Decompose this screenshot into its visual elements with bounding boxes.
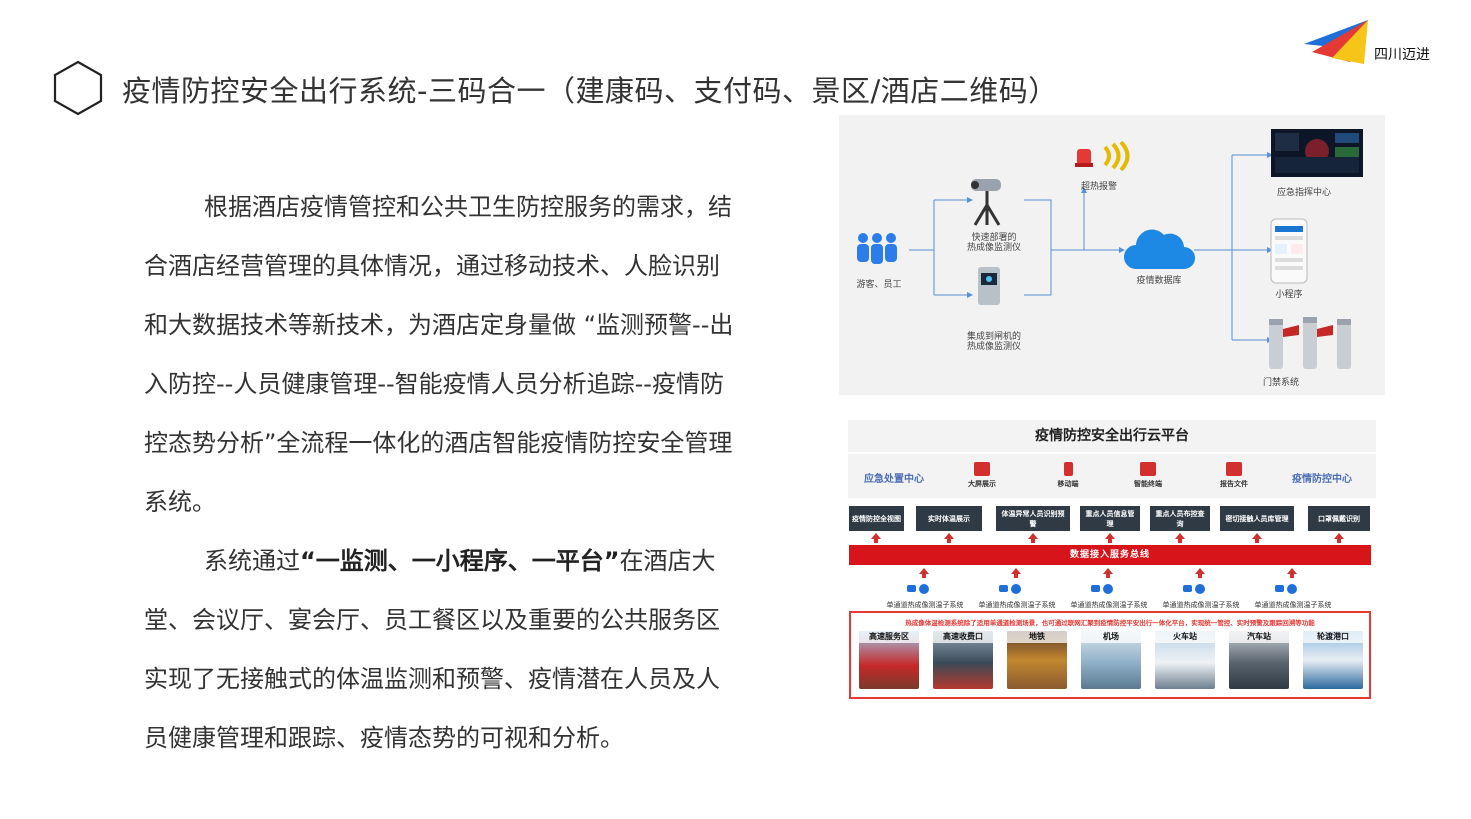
up-arrow-stem bbox=[1106, 574, 1110, 578]
up-arrow-stem bbox=[1031, 539, 1035, 543]
subsystem-label: 单通道热成像测温子系统 bbox=[1254, 601, 1332, 609]
alarm-icon bbox=[1075, 141, 1130, 171]
scene-photo: 机场 bbox=[1081, 631, 1141, 689]
subsystem-label: 单通道热成像测温子系统 bbox=[886, 601, 964, 609]
mobile-icon bbox=[1063, 462, 1073, 476]
report-label: 报告文件 bbox=[1220, 480, 1248, 488]
camera-icon bbox=[999, 584, 1021, 594]
big-screen-label: 大屏展示 bbox=[968, 480, 996, 488]
report-item: 报告文件 bbox=[1214, 462, 1254, 489]
report-icon bbox=[1226, 462, 1242, 476]
cloud-database-icon bbox=[1124, 229, 1195, 269]
scene-photo: 高速服务区 bbox=[859, 631, 919, 689]
up-arrow-stem bbox=[1337, 539, 1341, 543]
terminal-label: 智能终端 bbox=[1134, 480, 1162, 488]
scene-photo: 地铁 bbox=[1007, 631, 1067, 689]
scene-photo: 火车站 bbox=[1155, 631, 1215, 689]
scenario-panel: 热成像体温检测系统除了适用单通道检测场景，也可通过联网汇聚到疫情防控平安出行一体… bbox=[849, 611, 1371, 699]
up-arrow-stem bbox=[1255, 539, 1259, 543]
up-arrow-stem bbox=[1178, 539, 1182, 543]
database-label: 疫情数据库 bbox=[1136, 276, 1182, 286]
dashboard-screen-icon bbox=[1271, 129, 1363, 177]
scene-caption: 轮渡港口 bbox=[1303, 631, 1363, 643]
module-box: 体温异常人员识别预警 bbox=[996, 506, 1070, 531]
scenario-description: 热成像体温检测系统除了适用单通道检测场景，也可通过联网汇聚到疫情防控平安出行一体… bbox=[905, 619, 1315, 627]
logo-text: 四川迈进 bbox=[1374, 47, 1430, 63]
mobile-label: 移动端 bbox=[1057, 480, 1079, 488]
platform-top-row: 应急处置中心 大屏展示 移动端 智能终端 报告文件 疫情防控中心 bbox=[848, 452, 1376, 498]
subsystem-label: 单通道热成像测温子系统 bbox=[1070, 601, 1148, 609]
dataflow-diagram: 游客、员工 快速部署的 热成像监测仪 集成到闸机的 热成像监测仪 超热报警 疫情… bbox=[839, 115, 1385, 395]
device2-label-2: 热成像监测仪 bbox=[966, 342, 1021, 352]
paragraph-2-bold: “一监测、一小程序、一平台” bbox=[300, 547, 620, 575]
scene-photo: 轮渡港口 bbox=[1303, 631, 1363, 689]
scene-photo: 高速收费口 bbox=[933, 631, 993, 689]
paragraph-1-text: 根据酒店疫情管控和公共卫生防控服务的需求，结合酒店经营管理的具体情况，通过移动技… bbox=[144, 193, 734, 516]
module-box: 实时体温展示 bbox=[916, 506, 982, 531]
up-arrow-stem bbox=[922, 574, 926, 578]
page-title: 疫情防控安全出行系统-三码合一（建康码、支付码、景区/酒店二维码） bbox=[122, 74, 1058, 108]
visitors-label: 游客、员工 bbox=[856, 280, 902, 290]
camera-icon bbox=[1275, 584, 1297, 594]
subsystem-label: 单通道热成像测温子系统 bbox=[1162, 601, 1240, 609]
terminal-item: 智能终端 bbox=[1128, 462, 1168, 489]
paragraph-2-suffix: 在酒店大堂、会议厅、宴会厅、员工餐区以及重要的公共服务区实现了无接触式的体温监测… bbox=[144, 547, 720, 752]
out3-label: 门禁系统 bbox=[1262, 378, 1299, 388]
device1-label-2: 热成像监测仪 bbox=[966, 243, 1021, 253]
left-center-label: 应急处置中心 bbox=[864, 474, 924, 485]
terminal-icon bbox=[1140, 462, 1156, 476]
up-arrow-stem bbox=[947, 539, 951, 543]
description-text: 根据酒店疫情管控和公共卫生防控服务的需求，结合酒店经营管理的具体情况，通过移动技… bbox=[144, 178, 734, 768]
up-arrow-stem bbox=[1014, 574, 1018, 578]
subsystem-label: 单通道热成像测温子系统 bbox=[978, 601, 1056, 609]
up-arrow-stem bbox=[1290, 574, 1294, 578]
scene-caption: 高速收费口 bbox=[933, 631, 993, 643]
big-screen-item: 大屏展示 bbox=[962, 462, 1002, 489]
camera-icon bbox=[1183, 584, 1205, 594]
people-icon bbox=[857, 233, 897, 264]
module-box: 重点人员布控查询 bbox=[1150, 506, 1210, 531]
camera-icon bbox=[907, 584, 929, 594]
platform-architecture-diagram: 疫情防控安全出行云平台 应急处置中心 大屏展示 移动端 智能终端 报告文件 疫情… bbox=[848, 420, 1376, 700]
up-arrow-stem bbox=[1108, 539, 1112, 543]
mobile-app-icon bbox=[1270, 218, 1308, 284]
paragraph-2-prefix: 系统通过 bbox=[204, 547, 300, 575]
up-arrow-stem bbox=[874, 539, 878, 543]
turnstile-gate-icon bbox=[1269, 317, 1351, 369]
module-box: 口罩佩戴识别 bbox=[1308, 506, 1370, 531]
slide: 疫情防控安全出行系统-三码合一（建康码、支付码、景区/酒店二维码） 四川迈进 根… bbox=[0, 0, 1471, 819]
alarm-label: 超热报警 bbox=[1080, 182, 1117, 192]
company-logo bbox=[1304, 20, 1368, 64]
gate-device-icon bbox=[978, 267, 1000, 305]
right-center-label: 疫情防控中心 bbox=[1292, 474, 1352, 485]
out1-label: 应急指挥中心 bbox=[1276, 188, 1331, 198]
thermal-camera-icon bbox=[971, 179, 1001, 226]
module-box: 密切接触人员库管理 bbox=[1220, 506, 1294, 531]
scene-caption: 地铁 bbox=[1007, 631, 1067, 643]
mobile-item: 移动端 bbox=[1048, 462, 1088, 489]
big-screen-icon bbox=[974, 462, 990, 476]
scene-caption: 高速服务区 bbox=[859, 631, 919, 643]
scene-caption: 汽车站 bbox=[1229, 631, 1289, 643]
paragraph-1: 根据酒店疫情管控和公共卫生防控服务的需求，结合酒店经营管理的具体情况，通过移动技… bbox=[144, 178, 734, 532]
module-box: 疫情防控全视图 bbox=[849, 506, 904, 531]
hexagon-icon bbox=[53, 60, 103, 116]
data-bus-bar: 数据接入服务总线 bbox=[849, 545, 1371, 565]
out2-label: 小程序 bbox=[1275, 290, 1303, 300]
scene-caption: 火车站 bbox=[1155, 631, 1215, 643]
up-arrow-stem bbox=[1198, 574, 1202, 578]
camera-icon bbox=[1091, 584, 1113, 594]
paragraph-2: 系统通过“一监测、一小程序、一平台”在酒店大堂、会议厅、宴会厅、员工餐区以及重要… bbox=[144, 532, 734, 768]
platform-title: 疫情防控安全出行云平台 bbox=[848, 420, 1376, 452]
scene-photo: 汽车站 bbox=[1229, 631, 1289, 689]
scene-caption: 机场 bbox=[1081, 631, 1141, 643]
module-box: 重点人员信息管理 bbox=[1080, 506, 1140, 531]
